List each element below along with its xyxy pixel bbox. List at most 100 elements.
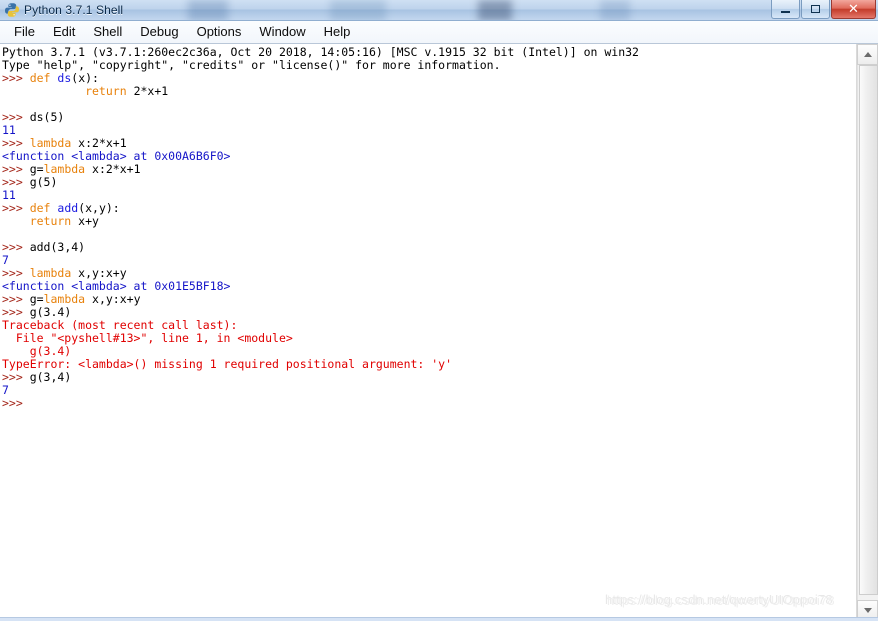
shell-line: 7 <box>2 384 856 397</box>
menu-item-debug[interactable]: Debug <box>131 22 187 42</box>
scrollbar-thumb[interactable] <box>859 65 878 595</box>
minimize-icon <box>772 0 799 18</box>
title-bar[interactable]: Python 3.7.1 Shell ✕ <box>0 0 878 21</box>
aero-glass-blob <box>330 0 386 20</box>
menu-item-edit[interactable]: Edit <box>44 22 84 42</box>
menu-item-window[interactable]: Window <box>250 22 314 42</box>
shell-line: >>> g=lambda x,y:x+y <box>2 293 856 306</box>
shell-token: <function <lambda> at 0x00A6B6F0> <box>2 149 231 163</box>
chevron-up-icon <box>863 52 872 57</box>
window-controls: ✕ <box>770 0 876 20</box>
shell-token: 11 <box>2 123 16 137</box>
shell-token: >>> <box>2 370 30 384</box>
shell-line: 11 <box>2 124 856 137</box>
shell-token: x+y <box>78 214 99 228</box>
shell-token: 2*x+1 <box>133 84 169 98</box>
menu-bar: File Edit Shell Debug Options Window Hel… <box>0 21 878 44</box>
shell-token: >>> <box>2 292 30 306</box>
shell-token: <function <lambda> at 0x01E5BF18> <box>2 279 231 293</box>
shell-token: (x): <box>71 71 99 85</box>
scrollbar-track[interactable] <box>857 65 878 600</box>
chevron-down-icon <box>863 608 872 613</box>
shell-line: >>> <box>2 397 856 410</box>
shell-line: File "<pyshell#13>", line 1, in <module> <box>2 332 856 345</box>
minimize-button[interactable] <box>771 0 800 19</box>
shell-token <box>2 84 57 98</box>
shell-line: >>> add(3,4) <box>2 241 856 254</box>
python-logo-icon <box>4 2 20 18</box>
shell-token: lambda <box>43 292 86 306</box>
shell-token: Type "help", "copyright", "credits" or "… <box>2 58 501 72</box>
shell-token: >>> <box>2 305 30 319</box>
shell-token: return <box>2 214 79 228</box>
shell-output-text[interactable]: Python 3.7.1 (v3.7.1:260ec2c36a, Oct 20 … <box>1 44 856 621</box>
shell-line: 7 <box>2 254 856 267</box>
shell-line: TypeError: <lambda>() missing 1 required… <box>2 358 856 371</box>
shell-token: File "<pyshell#13>", line 1, in <module> <box>2 331 293 345</box>
shell-line: >>> ds(5) <box>2 111 856 124</box>
vertical-scrollbar[interactable] <box>856 44 878 621</box>
maximize-icon <box>802 0 829 18</box>
shell-token: x:2*x+1 <box>71 136 127 150</box>
shell-token: lambda <box>43 162 86 176</box>
shell-token: lambda <box>29 136 72 150</box>
shell-token: >>> <box>2 266 30 280</box>
shell-token: def <box>29 201 58 215</box>
close-button[interactable]: ✕ <box>831 0 876 19</box>
shell-token: 7 <box>2 253 9 267</box>
shell-token: Traceback (most recent call last): <box>2 318 238 332</box>
shell-token: g= <box>29 292 44 306</box>
shell-line: >>> g=lambda x:2*x+1 <box>2 163 856 176</box>
scroll-up-button[interactable] <box>857 44 878 65</box>
aero-glass-blob <box>478 0 512 20</box>
shell-token: >>> <box>2 136 30 150</box>
shell-token: x,y:x+y <box>71 266 127 280</box>
client-area: Python 3.7.1 (v3.7.1:260ec2c36a, Oct 20 … <box>0 44 878 621</box>
close-icon: ✕ <box>848 1 859 17</box>
shell-token: TypeError: <lambda>() missing 1 required… <box>2 357 453 371</box>
shell-token: add <box>57 201 79 215</box>
shell-line: >>> def add(x,y): <box>2 202 856 215</box>
shell-token: 11 <box>2 188 16 202</box>
shell-token: ds <box>57 71 72 85</box>
shell-line: return x+y <box>2 215 856 228</box>
shell-token: >>> <box>2 71 30 85</box>
shell-token: >>> <box>2 240 30 254</box>
window-bottom-edge <box>0 617 878 621</box>
python-shell-window: Python 3.7.1 Shell ✕ File Edit Shell Deb… <box>0 0 878 621</box>
shell-token: g(3.4) <box>2 344 72 358</box>
shell-token: >>> <box>2 201 30 215</box>
shell-line: return 2*x+1 <box>2 85 856 98</box>
shell-line: >>> g(5) <box>2 176 856 189</box>
shell-line: Type "help", "copyright", "credits" or "… <box>2 59 856 72</box>
shell-token: x,y:x+y <box>85 292 141 306</box>
shell-token: Python 3.7.1 (v3.7.1:260ec2c36a, Oct 20 … <box>2 45 639 59</box>
shell-token: ds(5) <box>29 110 65 124</box>
shell-token: >>> <box>2 162 30 176</box>
shell-token: x:2*x+1 <box>85 162 141 176</box>
shell-token: g= <box>29 162 44 176</box>
shell-line: 11 <box>2 189 856 202</box>
aero-glass-blob <box>600 0 630 20</box>
menu-item-file[interactable]: File <box>5 22 44 42</box>
shell-token: add(3,4) <box>29 240 86 254</box>
shell-token: def <box>29 71 58 85</box>
shell-token: >>> <box>2 396 30 410</box>
shell-token: return <box>57 84 134 98</box>
shell-token: (x,y): <box>78 201 120 215</box>
shell-token: g(5) <box>29 175 58 189</box>
window-title: Python 3.7.1 Shell <box>24 3 124 17</box>
shell-token: 7 <box>2 383 9 397</box>
menu-item-options[interactable]: Options <box>188 22 251 42</box>
maximize-button[interactable] <box>801 0 830 19</box>
shell-line: >>> g(3,4) <box>2 371 856 384</box>
shell-token: g(3.4) <box>29 305 72 319</box>
shell-token: g(3,4) <box>29 370 72 384</box>
shell-token: >>> <box>2 110 30 124</box>
menu-item-shell[interactable]: Shell <box>84 22 131 42</box>
shell-token: >>> <box>2 175 30 189</box>
menu-item-help[interactable]: Help <box>315 22 360 42</box>
shell-token: lambda <box>29 266 72 280</box>
